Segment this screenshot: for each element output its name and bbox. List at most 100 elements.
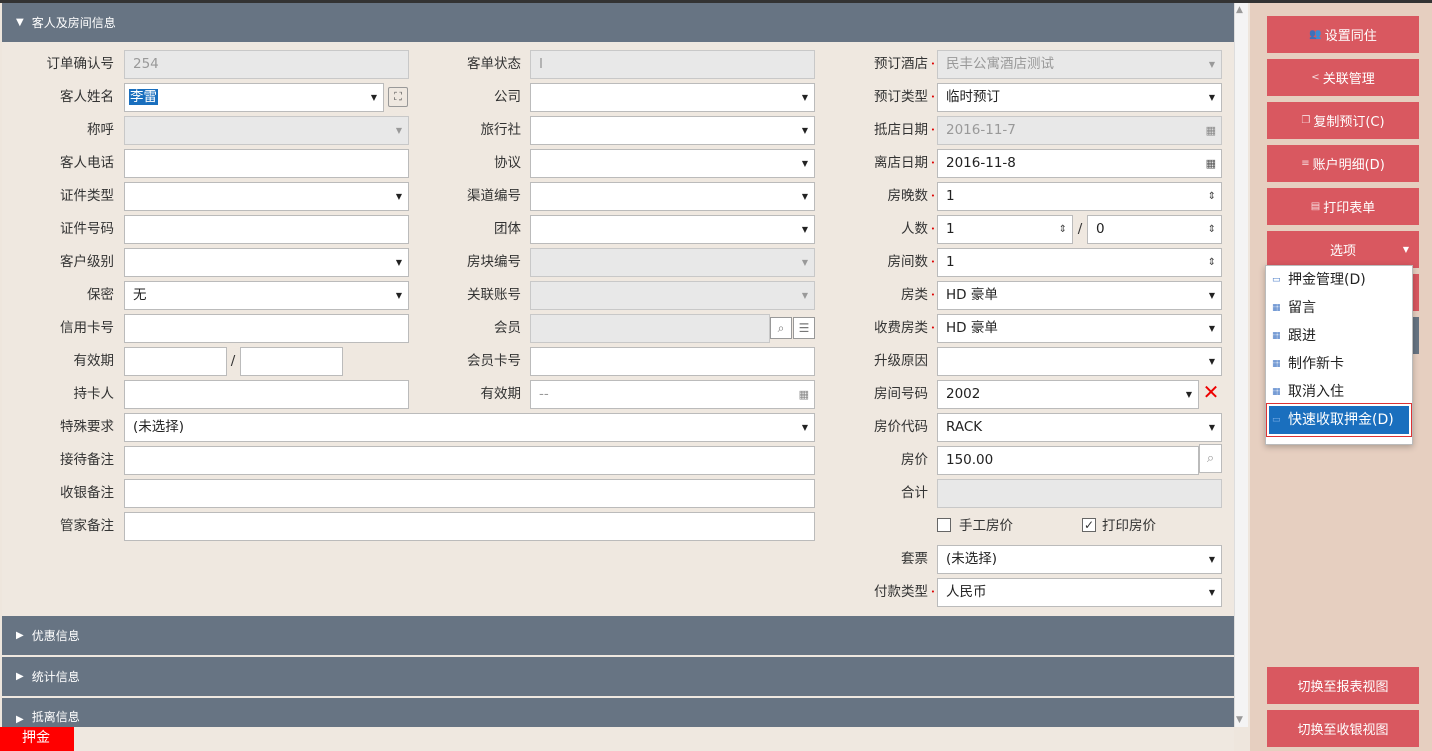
chevron-down-icon: ▼ [1402, 245, 1409, 254]
copy-booking-button[interactable]: ❐ 复制预订(C) [1267, 102, 1419, 139]
calendar-icon[interactable]: ▦ [799, 381, 809, 408]
company-select[interactable]: ▼ [530, 83, 815, 112]
rate-input[interactable]: 150.00 [937, 446, 1199, 475]
housekeeping-note-input[interactable] [124, 512, 815, 541]
reception-note-label: 接待备注 [60, 452, 114, 468]
menu-item-quick-deposit[interactable]: ▭ 快速收取押金(D) [1266, 403, 1412, 437]
id-type-select[interactable]: ▼ [124, 182, 409, 211]
linked-label: 关联账号 [467, 287, 521, 303]
section-discount[interactable]: ▶ 优惠信息 [2, 616, 1234, 655]
clear-icon[interactable]: ✕ [1200, 381, 1222, 403]
special-select[interactable]: (未选择) ▼ [124, 413, 815, 442]
section-stats[interactable]: ▶ 统计信息 [2, 657, 1234, 696]
guest-name-input[interactable]: 李雷 ▼ [124, 83, 384, 112]
switch-report-button[interactable]: 切换至报表视图 [1267, 667, 1419, 704]
agency-label: 旅行社 [480, 122, 522, 138]
housekeeping-note-label: 管家备注 [60, 518, 114, 534]
package-select[interactable]: (未选择) ▼ [937, 545, 1222, 574]
rate-label: 房价 [901, 452, 928, 468]
manual-rate-checkbox[interactable] [937, 518, 951, 532]
calendar-icon[interactable]: ▦ [1206, 150, 1216, 177]
grid-icon: ▦ [1272, 303, 1281, 313]
guest-name-label: 客人姓名 [60, 89, 114, 105]
block-select: ▼ [530, 248, 815, 277]
charge-type-select[interactable]: HD 豪单 ▼ [937, 314, 1222, 343]
scroll-up-icon[interactable]: ▲ [1236, 5, 1243, 15]
menu-item-follow[interactable]: ▦ 跟进 [1266, 322, 1412, 350]
options-button[interactable]: 选项 ▼ [1267, 231, 1419, 268]
card-expiry-label: 有效期 [480, 386, 522, 402]
card-no-label: 信用卡号 [60, 320, 114, 336]
departure-date[interactable]: 2016-11-8 ▦ [937, 149, 1222, 178]
holder-input[interactable] [124, 380, 409, 409]
print-rate-label: 打印房价 [1102, 518, 1156, 534]
persons-label: 人数 [832, 214, 935, 244]
search-icon[interactable]: ⌕ [1199, 444, 1222, 473]
manual-rate-label: 手工房价 [959, 518, 1013, 534]
card-icon: ▭ [1272, 415, 1281, 425]
section-guest-room[interactable]: ▼ 客人及房间信息 [2, 3, 1234, 42]
account-detail-button[interactable]: ≡ 账户明细(D) [1267, 145, 1419, 182]
room-no-select[interactable]: 2002 ▼ [937, 380, 1199, 409]
level-select[interactable]: ▼ [124, 248, 409, 277]
nights-label: 房晚数 [832, 181, 936, 211]
agreement-label: 协议 [494, 155, 521, 171]
rate-code-select[interactable]: RACK ▼ [937, 413, 1222, 442]
scan-icon[interactable]: ⛶ [388, 87, 408, 107]
menu-item-new-card[interactable]: ▦ 制作新卡 [1266, 350, 1412, 378]
scroll-down-icon[interactable]: ▼ [1236, 715, 1243, 725]
agency-select[interactable]: ▼ [530, 116, 815, 145]
room-type-select[interactable]: HD 豪单 ▼ [937, 281, 1222, 310]
card-expiry-input[interactable]: -- ▦ [530, 380, 815, 409]
menu-item-cancel-checkin[interactable]: ▦ 取消入住 [1266, 378, 1412, 406]
hotel-label: 预订酒店 [832, 49, 935, 79]
deposit-tab[interactable]: 押金 [0, 727, 74, 751]
scrollbar[interactable]: ▲ ▼ [1234, 3, 1248, 727]
chevron-right-icon: ▶ [16, 630, 24, 641]
payment-label: 付款类型 [832, 577, 935, 607]
menu-item-message[interactable]: ▦ 留言 [1266, 294, 1412, 322]
payment-select[interactable]: 人民币 ▼ [937, 578, 1222, 607]
link-mgmt-button[interactable]: < 关联管理 [1267, 59, 1419, 96]
chevron-right-icon: ▶ [16, 714, 24, 725]
reception-note-input[interactable] [124, 446, 815, 475]
switch-cashier-button[interactable]: 切换至收银视图 [1267, 710, 1419, 747]
calendar-icon: ▦ [1205, 124, 1216, 137]
booking-type-label: 预订类型 [832, 82, 935, 112]
member-card-input[interactable] [530, 347, 815, 376]
booking-type-select[interactable]: 临时预订 ▼ [937, 83, 1222, 112]
chevron-right-icon: ▶ [16, 671, 24, 682]
section-title: 抵离信息 [31, 710, 80, 724]
phone-input[interactable] [124, 149, 409, 178]
list-icon[interactable]: ☰ [793, 317, 815, 339]
nights-stepper[interactable]: 1 ⇕ [937, 182, 1222, 211]
children-stepper[interactable]: 0 ⇕ [1087, 215, 1222, 244]
group-label: 团体 [494, 221, 521, 237]
status-field: I [530, 50, 815, 79]
chevron-down-icon: ▼ [16, 17, 24, 28]
print-form-button[interactable]: ▤ 打印表单 [1267, 188, 1419, 225]
grid-icon: ▦ [1272, 387, 1281, 397]
holder-label: 持卡人 [73, 386, 115, 402]
rooms-stepper[interactable]: 1 ⇕ [937, 248, 1222, 277]
secret-select[interactable]: 无 ▼ [124, 281, 409, 310]
cashier-note-input[interactable] [124, 479, 815, 508]
card-no-input[interactable] [124, 314, 409, 343]
booking-form: ▼ 客人及房间信息 订单确认号 254 客人姓名 李雷 ▼ ⛶ 称呼 ▼ 客人电话… [2, 3, 1234, 751]
departure-label: 离店日期 [832, 148, 935, 178]
menu-item-deposit-mgmt[interactable]: ▭ 押金管理(D) [1266, 266, 1412, 294]
group-select[interactable]: ▼ [530, 215, 815, 244]
channel-select[interactable]: ▼ [530, 182, 815, 211]
expiry-month-input[interactable] [124, 347, 227, 376]
expiry-year-input[interactable] [240, 347, 343, 376]
share-icon: < [1311, 72, 1320, 83]
section-departure[interactable]: ▶ 抵离信息 [2, 698, 1234, 727]
card-icon: ▭ [1272, 275, 1281, 285]
print-rate-checkbox[interactable]: ✓ [1082, 518, 1096, 532]
agreement-select[interactable]: ▼ [530, 149, 815, 178]
adults-stepper[interactable]: 1 ⇕ [937, 215, 1073, 244]
set-cohabit-button[interactable]: 👥 设置同住 [1267, 16, 1419, 53]
search-icon[interactable]: ⌕ [770, 317, 792, 339]
id-no-input[interactable] [124, 215, 409, 244]
upgrade-select[interactable]: ▼ [937, 347, 1222, 376]
